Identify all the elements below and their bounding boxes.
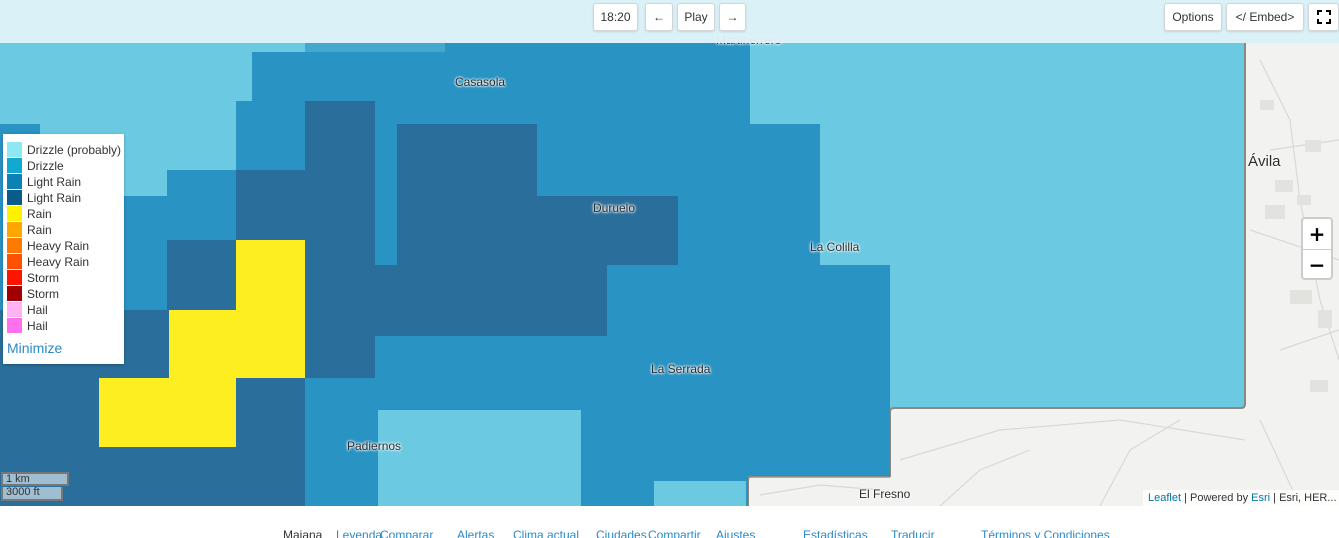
- legend-swatch: [7, 318, 22, 333]
- place-la-serrada: La Serrada: [651, 362, 711, 376]
- footer-link[interactable]: Compartir: [648, 528, 701, 538]
- fullscreen-button[interactable]: [1308, 3, 1339, 31]
- legend-swatch: [7, 158, 22, 173]
- footer-link[interactable]: Ajustes: [716, 528, 755, 538]
- options-button[interactable]: Options: [1164, 3, 1222, 31]
- time-display[interactable]: 18:20: [593, 3, 638, 31]
- legend-item: Hail: [7, 318, 48, 333]
- legend-swatch: [7, 190, 22, 205]
- footer-navigation: Maiana Leyenda Comparar Alertas Clima actual…: [0, 528, 1339, 538]
- zoom-out-button[interactable]: −: [1303, 250, 1331, 280]
- place-la-colilla: La Colilla: [810, 240, 860, 254]
- legend-item: Light Rain: [7, 190, 81, 205]
- footer-link[interactable]: Leyenda: [336, 528, 382, 538]
- footer-link[interactable]: Maiana: [283, 528, 322, 538]
- legend-label: Rain: [27, 222, 52, 237]
- footer-link[interactable]: Términos y Condiciones: [981, 528, 1110, 538]
- footer-link[interactable]: Traducir: [891, 528, 935, 538]
- place-casasola: Casasola: [455, 75, 506, 89]
- legend-item: Drizzle (probably): [7, 142, 121, 157]
- legend-swatch: [7, 286, 22, 301]
- legend-swatch: [7, 142, 22, 157]
- legend-swatch: [7, 174, 22, 189]
- leaflet-link[interactable]: Leaflet: [1148, 492, 1181, 504]
- legend-swatch: [7, 238, 22, 253]
- footer-link[interactable]: Alertas: [457, 528, 494, 538]
- legend-swatch: [7, 222, 22, 237]
- footer-link[interactable]: Clima actual: [513, 528, 579, 538]
- previous-frame-button[interactable]: ←: [645, 3, 673, 31]
- legend-label: Light Rain: [27, 190, 82, 205]
- legend-label: Hail: [27, 302, 48, 317]
- fullscreen-icon: [1316, 10, 1331, 24]
- legend-label: Heavy Rain: [27, 238, 90, 253]
- place-avila: Ávila: [1248, 153, 1281, 170]
- arrow-right-icon: →: [726, 10, 739, 24]
- place-duruelo: Duruelo: [593, 201, 636, 215]
- weather-radar-map[interactable]: Martiherrero Casasola Duruelo La Colilla…: [0, 0, 1339, 506]
- legend-label: Storm: [27, 286, 60, 301]
- legend-label: Heavy Rain: [27, 254, 90, 269]
- footer-link[interactable]: Estadísticas: [803, 528, 868, 538]
- top-toolbar: 18:20 ← Play → Options </ Embed>: [0, 0, 1339, 43]
- legend-item: Rain: [7, 222, 52, 237]
- scale-bar-ft: 3000 ft: [1, 487, 63, 501]
- legend-label: Rain: [27, 206, 52, 221]
- legend-swatch: [7, 254, 22, 269]
- legend-item: Heavy Rain: [7, 254, 89, 269]
- legend-swatch: [7, 270, 22, 285]
- legend-item: Heavy Rain: [7, 238, 89, 253]
- legend-label: Hail: [27, 318, 48, 333]
- place-padiernos: Padiernos: [347, 439, 402, 453]
- legend-label: Storm: [27, 270, 60, 285]
- legend-item: Rain: [7, 206, 52, 221]
- embed-button[interactable]: </ Embed>: [1226, 3, 1304, 31]
- zoom-in-button[interactable]: +: [1303, 219, 1331, 250]
- legend-swatch: [7, 302, 22, 317]
- legend-item: Storm: [7, 270, 59, 285]
- next-frame-button[interactable]: →: [719, 3, 746, 31]
- map-attribution: Leaflet | Powered by Esri | Esri, HER...: [1143, 490, 1339, 506]
- attribution-powered: | Powered by: [1181, 492, 1252, 504]
- legend-label: Drizzle: [27, 158, 64, 173]
- arrow-left-icon: ←: [653, 10, 665, 24]
- footer-link[interactable]: Comparar: [380, 528, 433, 538]
- legend-swatch: [7, 206, 22, 221]
- legend-item: Light Rain: [7, 174, 81, 189]
- legend-item: Storm: [7, 286, 59, 301]
- drizzle-patch: [654, 481, 746, 506]
- legend-item: Hail: [7, 302, 48, 317]
- legend-item: Drizzle: [7, 158, 64, 173]
- precipitation-legend: Drizzle (probably) Drizzle Light Rain Light…: [3, 134, 124, 364]
- play-button[interactable]: Play: [677, 3, 715, 31]
- legend-label: Drizzle (probably): [27, 142, 122, 157]
- scale-bar-km: 1 km: [1, 472, 69, 486]
- place-el-fresno: El Fresno: [859, 487, 911, 501]
- drizzle-patch: [378, 410, 581, 506]
- esri-link[interactable]: Esri: [1251, 492, 1270, 504]
- legend-minimize-link[interactable]: Minimize: [7, 340, 62, 356]
- footer-link[interactable]: Ciudades: [596, 528, 647, 538]
- legend-label: Light Rain: [27, 174, 82, 189]
- zoom-control: + −: [1301, 217, 1333, 280]
- map-layers: [0, 0, 1339, 506]
- attribution-rest: | Esri, HER...: [1270, 492, 1337, 504]
